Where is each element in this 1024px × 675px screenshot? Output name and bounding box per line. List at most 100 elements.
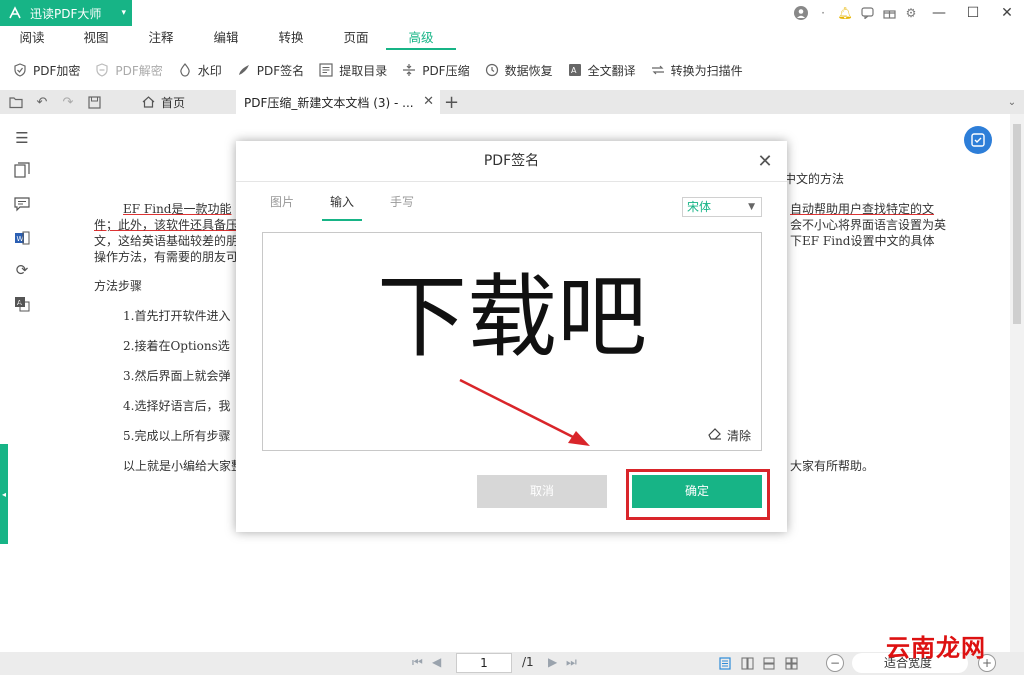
save-icon[interactable] <box>86 94 102 110</box>
zoom-out-button[interactable]: − <box>826 654 844 672</box>
doc-step: 4.选择好语言后，我 <box>123 399 231 413</box>
watermark-logo: 云南龙网 <box>886 634 986 662</box>
tab-page[interactable]: 页面 <box>331 26 381 50</box>
user-icon[interactable] <box>790 0 812 26</box>
doc-step: 2.接着在Options选 <box>123 339 230 353</box>
thumbnails-icon[interactable] <box>12 160 32 180</box>
toolbar: PDF加密 PDF解密 水印 PDF签名 提取目录 PDF压缩 数据恢复 A 全… <box>0 54 1024 86</box>
left-sidebar: ☰ W ⟳ A ◂ <box>0 114 44 654</box>
doc-text-line: 件；此外，该软件还具备压 <box>94 218 239 232</box>
maximize-button[interactable]: ☐ <box>956 0 990 26</box>
tab-read[interactable]: 阅读 <box>7 26 57 50</box>
new-tab-button[interactable]: + <box>444 92 459 113</box>
doc-text-line: 自动帮助用户查找特定的文 <box>790 202 935 216</box>
compress-icon <box>401 62 417 78</box>
signature-input-area[interactable]: 下载吧 清除 <box>262 232 762 451</box>
word-convert-icon[interactable]: W <box>12 228 32 248</box>
close-tab-icon[interactable]: ✕ <box>423 94 434 109</box>
minimize-button[interactable]: — <box>922 0 956 26</box>
pdf-encrypt-button[interactable]: PDF加密 <box>12 62 80 79</box>
close-window-button[interactable]: ✕ <box>990 0 1024 26</box>
doc-text-line: 操作方法，有需要的朋友可 <box>94 250 239 264</box>
convert-scan-button[interactable]: 转换为扫描件 <box>650 62 743 79</box>
prev-page-icon[interactable]: ◀ <box>432 655 441 669</box>
pdf-decrypt-label: PDF解密 <box>115 63 163 78</box>
chat-icon[interactable] <box>856 0 878 26</box>
tab-advanced[interactable]: 高级 <box>386 26 456 50</box>
full-translate-label: 全文翻译 <box>587 63 636 78</box>
gear-icon[interactable]: ⚙ <box>900 0 922 26</box>
tab-input[interactable]: 输入 <box>322 193 362 221</box>
tab-convert[interactable]: 转换 <box>266 26 316 50</box>
tab-handwrite[interactable]: 手写 <box>382 193 422 221</box>
doc-step: 5.完成以上所有步骤 <box>123 429 231 443</box>
pdf-sign-button[interactable]: PDF签名 <box>236 62 304 79</box>
pdf-compress-button[interactable]: PDF压缩 <box>401 62 470 79</box>
scan-icon <box>650 62 666 78</box>
cancel-button[interactable]: 取消 <box>477 475 607 508</box>
doc-closing-line: 大家有所帮助。 <box>790 459 875 473</box>
app-name: 迅读PDF大师 <box>30 6 102 21</box>
title-bar: 迅读PDF大师 ▾ · 🔔︎ ⚙ — ☐ ✕ <box>0 0 1024 26</box>
two-page-view-icon[interactable] <box>740 656 754 670</box>
data-restore-button[interactable]: 数据恢复 <box>484 62 553 79</box>
doc-text-line: 下EF Find设置中文的具体 <box>790 234 935 248</box>
app-menu-button[interactable]: 迅读PDF大师 ▾ <box>0 0 132 26</box>
ok-button[interactable]: 确定 <box>632 475 762 508</box>
comments-icon[interactable] <box>12 194 32 214</box>
signature-text: 下载吧 <box>377 265 647 370</box>
ai-assistant-icon[interactable] <box>964 126 992 154</box>
tab-annotate[interactable]: 注释 <box>136 26 186 50</box>
font-select[interactable]: 宋体 ▼ <box>682 197 762 217</box>
tab-edit[interactable]: 编辑 <box>201 26 251 50</box>
sidebar-collapse-handle[interactable]: ◂ <box>0 444 8 544</box>
bell-icon[interactable]: 🔔︎ <box>834 0 856 26</box>
pdf-decrypt-button[interactable]: PDF解密 <box>94 62 163 79</box>
tab-home-label: 首页 <box>161 95 186 110</box>
tab-document[interactable]: PDF压缩_新建文本文档 (3) - ... ✕ <box>236 90 440 114</box>
tab-image[interactable]: 图片 <box>262 193 302 221</box>
tab-view[interactable]: 视图 <box>71 26 121 50</box>
first-page-icon[interactable]: ⏮ <box>412 655 423 670</box>
tab-overflow-icon[interactable]: ⌄ <box>1004 94 1020 110</box>
watermark-button[interactable]: 水印 <box>177 62 222 79</box>
clear-label: 清除 <box>726 429 751 443</box>
extract-toc-button[interactable]: 提取目录 <box>318 62 387 79</box>
convert-scan-label: 转换为扫描件 <box>670 63 743 78</box>
next-page-icon[interactable]: ▶ <box>548 655 557 669</box>
doc-section-heading: 方法步骤 <box>94 279 143 293</box>
clear-button[interactable]: 清除 <box>708 427 751 444</box>
last-page-icon[interactable]: ⏭ <box>566 655 577 670</box>
chevron-down-icon: ▼ <box>748 202 755 212</box>
status-bar: ⏮ ◀ 1 /1 ▶ ⏭ − 适合宽度 + <box>0 652 1024 675</box>
dot-icon: · <box>821 6 825 20</box>
page-number-input[interactable]: 1 <box>456 653 512 673</box>
pdf-compress-label: PDF压缩 <box>422 63 470 78</box>
continuous-view-icon[interactable] <box>762 656 776 670</box>
doc-title-fragment: 中文的方法 <box>784 172 845 186</box>
doc-text-line: EF Find是一款功能 <box>123 202 232 216</box>
doc-closing-line: 以上就是小编给大家整 <box>123 459 244 473</box>
menu-bar: 阅读 视图 注释 编辑 转换 页面 高级 <box>0 26 1024 50</box>
doc-text-line: 文，这给英语基础较差的朋 <box>94 234 239 248</box>
gift-icon[interactable] <box>878 0 900 26</box>
document-tab-bar: ↶ ↷ 首页 PDF压缩_新建文本文档 (3) - ... ✕ + ⌄ <box>0 90 1024 114</box>
redo-icon[interactable]: ↷ <box>60 94 76 110</box>
doc-text-line: 会不小心将界面语言设置为英 <box>790 218 947 232</box>
scrollbar-thumb[interactable] <box>1013 124 1021 324</box>
data-restore-label: 数据恢复 <box>504 63 553 78</box>
grid-view-icon[interactable] <box>784 656 798 670</box>
translate-icon: A <box>567 62 583 78</box>
open-folder-icon[interactable] <box>8 94 24 110</box>
single-page-view-icon[interactable] <box>718 656 732 670</box>
shield-open-icon <box>94 62 110 78</box>
vertical-scrollbar[interactable] <box>1010 114 1024 654</box>
undo-icon[interactable]: ↶ <box>34 94 50 110</box>
pdf-encrypt-label: PDF加密 <box>33 63 81 78</box>
translate-side-icon[interactable]: A <box>12 294 32 314</box>
tab-home[interactable]: 首页 <box>132 90 232 114</box>
full-translate-button[interactable]: A 全文翻译 <box>567 62 636 79</box>
outline-icon[interactable]: ☰ <box>12 128 32 148</box>
close-icon[interactable]: ✕ <box>755 151 775 172</box>
refresh-icon[interactable]: ⟳ <box>12 260 32 280</box>
